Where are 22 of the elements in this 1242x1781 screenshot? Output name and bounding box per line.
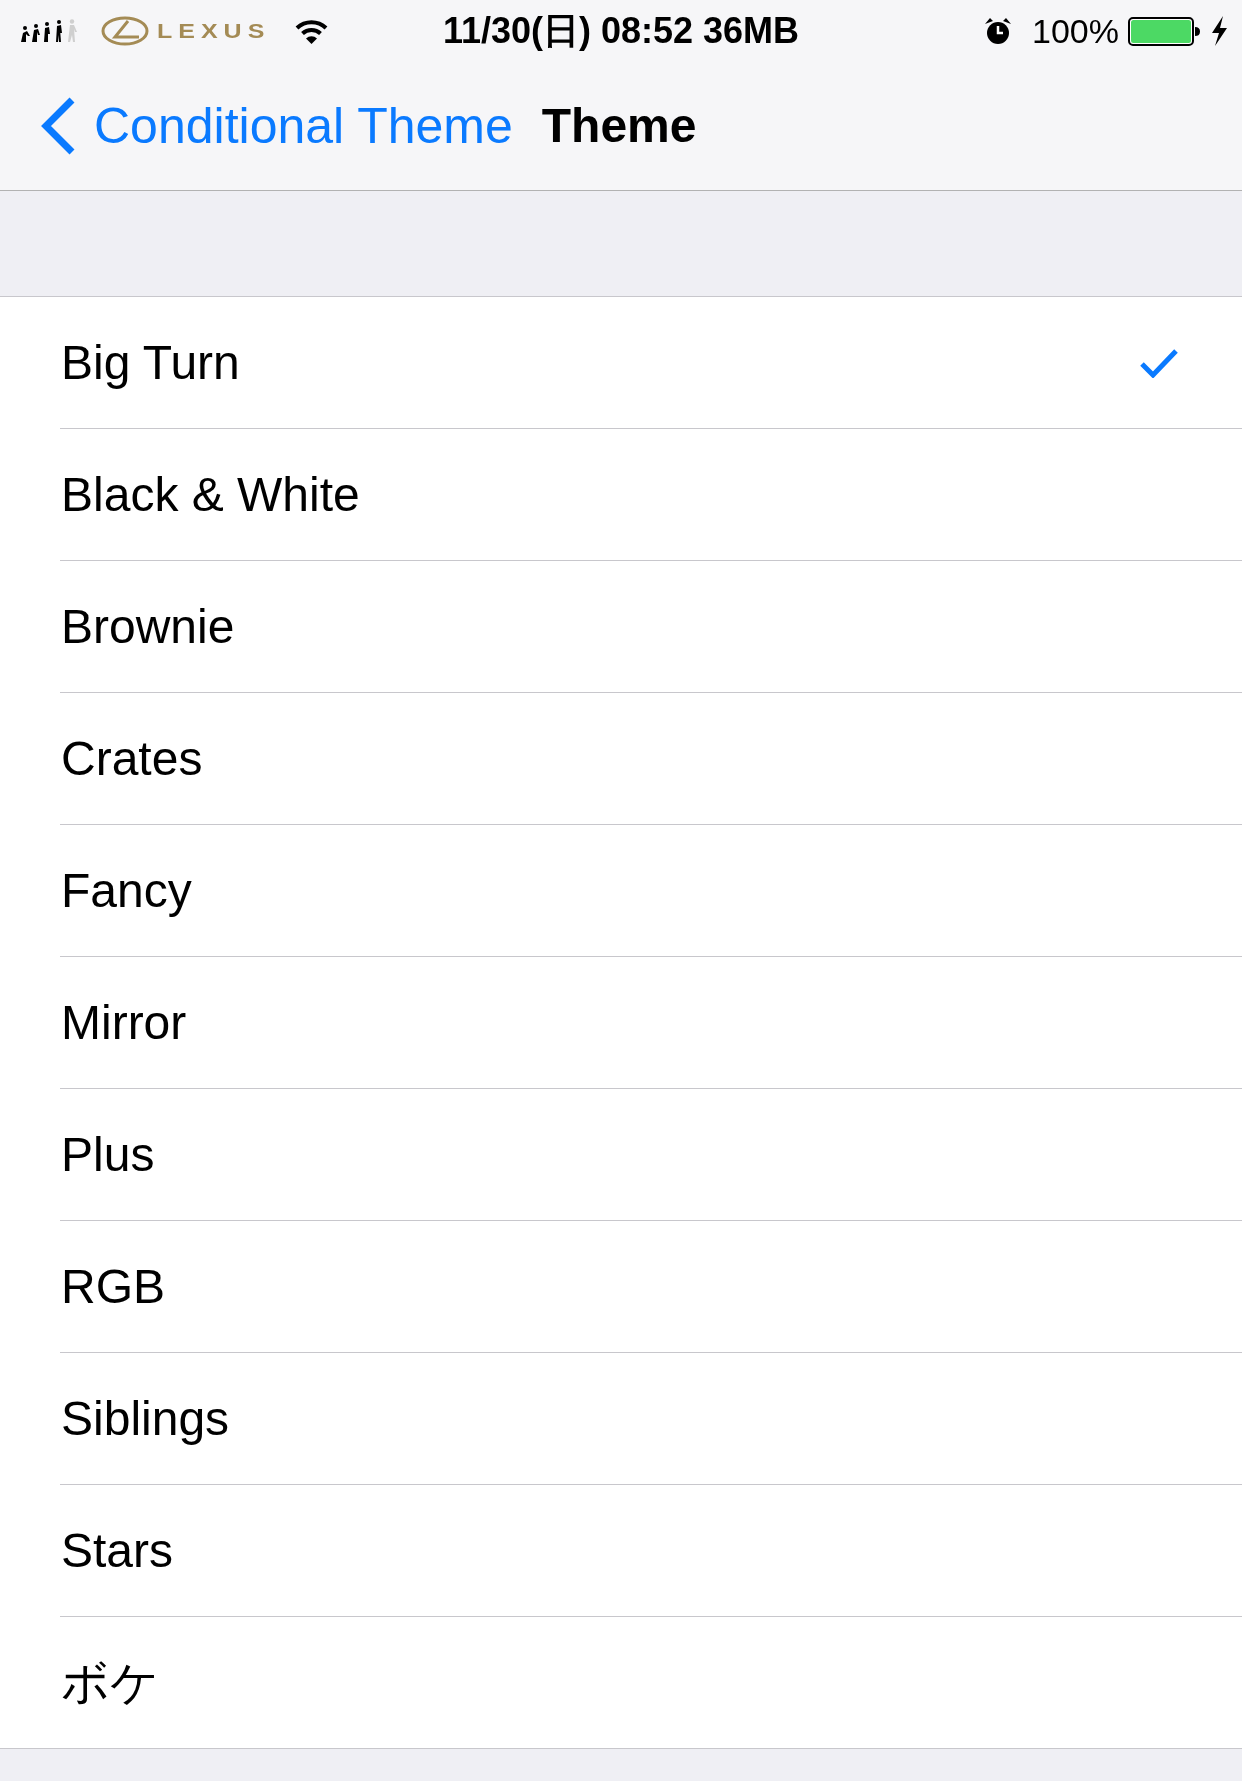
theme-option[interactable]: Big Turn	[0, 297, 1242, 428]
theme-option[interactable]: RGB	[0, 1221, 1242, 1352]
theme-option[interactable]: Crates	[0, 693, 1242, 824]
theme-option[interactable]: Fancy	[0, 825, 1242, 956]
wifi-icon	[294, 18, 330, 44]
theme-option[interactable]: Siblings	[0, 1353, 1242, 1484]
theme-option[interactable]: Brownie	[0, 561, 1242, 692]
walking-figures-icon	[19, 19, 80, 43]
back-button[interactable]: Conditional Theme	[33, 96, 517, 156]
battery-percentage: 100%	[1032, 14, 1119, 48]
logo-wordmark: LEXUS	[157, 21, 271, 41]
theme-option[interactable]: ボケ	[0, 1617, 1242, 1748]
theme-option[interactable]: Stars	[0, 1485, 1242, 1616]
battery-icon	[1128, 16, 1201, 46]
status-time: 11/30(日) 08:52 36MB	[442, 13, 800, 49]
nav-title: Theme	[541, 102, 697, 150]
theme-option[interactable]: Plus	[0, 1089, 1242, 1220]
emblem-icon	[101, 16, 149, 46]
charging-bolt-icon	[1210, 16, 1228, 46]
alarm-clock-icon	[984, 17, 1013, 45]
theme-option[interactable]: Black & White	[0, 429, 1242, 560]
theme-option[interactable]: Mirror	[0, 957, 1242, 1088]
